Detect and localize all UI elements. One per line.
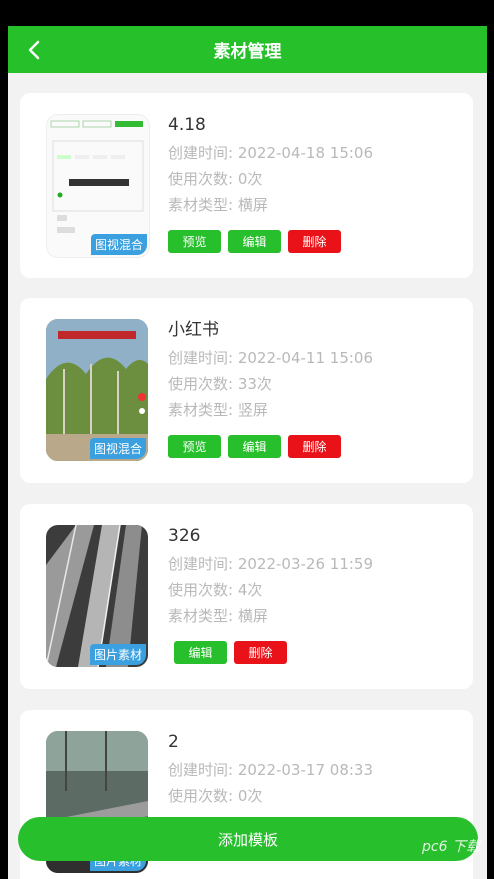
uses-value: 0次 (237, 787, 263, 805)
created-time-row: 创建时间: 2022-04-18 15:06 (168, 140, 373, 166)
uses-label: 使用次数: (168, 375, 234, 393)
delete-button[interactable]: 删除 (288, 230, 341, 253)
use-count-row: 使用次数: 4次 (168, 577, 373, 603)
use-count-row: 使用次数: 33次 (168, 371, 373, 397)
created-value: 2022-03-26 11:59 (237, 555, 374, 573)
edit-button[interactable]: 编辑 (228, 435, 281, 458)
uses-value: 33次 (237, 375, 272, 393)
created-label: 创建时间: (168, 555, 234, 573)
material-card: 图片素材 326 创建时间: 2022-03-26 11:59 使用次数: 4次… (20, 504, 473, 689)
card-info: 小红书 创建时间: 2022-04-11 15:06 使用次数: 33次 素材类… (168, 319, 373, 423)
created-time-row: 创建时间: 2022-04-11 15:06 (168, 345, 373, 371)
card-info: 2 创建时间: 2022-03-17 08:33 使用次数: 0次 (168, 731, 373, 809)
uses-label: 使用次数: (168, 581, 234, 599)
edit-button[interactable]: 编辑 (228, 230, 281, 253)
type-value: 竖屏 (237, 401, 268, 419)
use-count-row: 使用次数: 0次 (168, 166, 373, 192)
material-type-row: 素材类型: 横屏 (168, 192, 373, 218)
card-info: 4.18 创建时间: 2022-04-18 15:06 使用次数: 0次 素材类… (168, 114, 373, 218)
thumbnail-image[interactable]: 图视混合 (46, 114, 150, 258)
card-actions: 编辑 删除 (174, 641, 287, 664)
uses-value: 0次 (237, 170, 263, 188)
preview-button[interactable]: 预览 (168, 230, 221, 253)
thumbnail-image[interactable]: 图视混合 (46, 319, 148, 461)
created-time-row: 创建时间: 2022-03-17 08:33 (168, 757, 373, 783)
material-type-row: 素材类型: 竖屏 (168, 397, 373, 423)
use-count-row: 使用次数: 0次 (168, 783, 373, 809)
header-bar: 素材管理 (8, 26, 487, 73)
add-template-button[interactable]: 添加模板 (18, 817, 478, 861)
created-value: 2022-04-18 15:06 (237, 144, 374, 162)
created-time-row: 创建时间: 2022-03-26 11:59 (168, 551, 373, 577)
uses-label: 使用次数: (168, 170, 234, 188)
material-card: 图视混合 4.18 创建时间: 2022-04-18 15:06 使用次数: 0… (20, 93, 473, 278)
back-icon[interactable] (20, 36, 48, 64)
created-label: 创建时间: (168, 144, 234, 162)
page-title: 素材管理 (213, 42, 282, 62)
type-label: 素材类型: (168, 196, 234, 214)
type-value: 横屏 (237, 196, 268, 214)
material-type-tag: 图片素材 (89, 644, 146, 665)
card-actions: 预览 编辑 删除 (168, 230, 341, 253)
uses-label: 使用次数: (168, 787, 234, 805)
material-type-row: 素材类型: 横屏 (168, 603, 373, 629)
app-screen: 素材管理 图视混合 4.18 创建时间: 2022-04-18 15:06 使用… (8, 26, 487, 879)
type-label: 素材类型: (168, 401, 234, 419)
material-name: 小红书 (168, 320, 219, 340)
created-label: 创建时间: (168, 349, 234, 367)
material-name: 4.18 (168, 115, 206, 135)
preview-button[interactable]: 预览 (168, 435, 221, 458)
material-card: 图视混合 小红书 创建时间: 2022-04-11 15:06 使用次数: 33… (20, 298, 473, 483)
material-name: 2 (168, 732, 179, 752)
edit-button[interactable]: 编辑 (174, 641, 227, 664)
uses-value: 4次 (237, 581, 263, 599)
created-label: 创建时间: (168, 761, 234, 779)
material-type-tag: 图视混合 (89, 438, 146, 459)
type-value: 横屏 (237, 607, 268, 625)
thumbnail-image[interactable]: 图片素材 (46, 525, 148, 667)
created-value: 2022-04-11 15:06 (237, 349, 374, 367)
delete-button[interactable]: 删除 (234, 641, 287, 664)
card-actions: 预览 编辑 删除 (168, 435, 341, 458)
watermark-logo: pc6 下载 (422, 839, 480, 855)
card-info: 326 创建时间: 2022-03-26 11:59 使用次数: 4次 素材类型… (168, 525, 373, 629)
material-name: 326 (168, 526, 201, 546)
created-value: 2022-03-17 08:33 (237, 761, 374, 779)
delete-button[interactable]: 删除 (288, 435, 341, 458)
type-label: 素材类型: (168, 607, 234, 625)
material-type-tag: 图视混合 (90, 234, 147, 255)
